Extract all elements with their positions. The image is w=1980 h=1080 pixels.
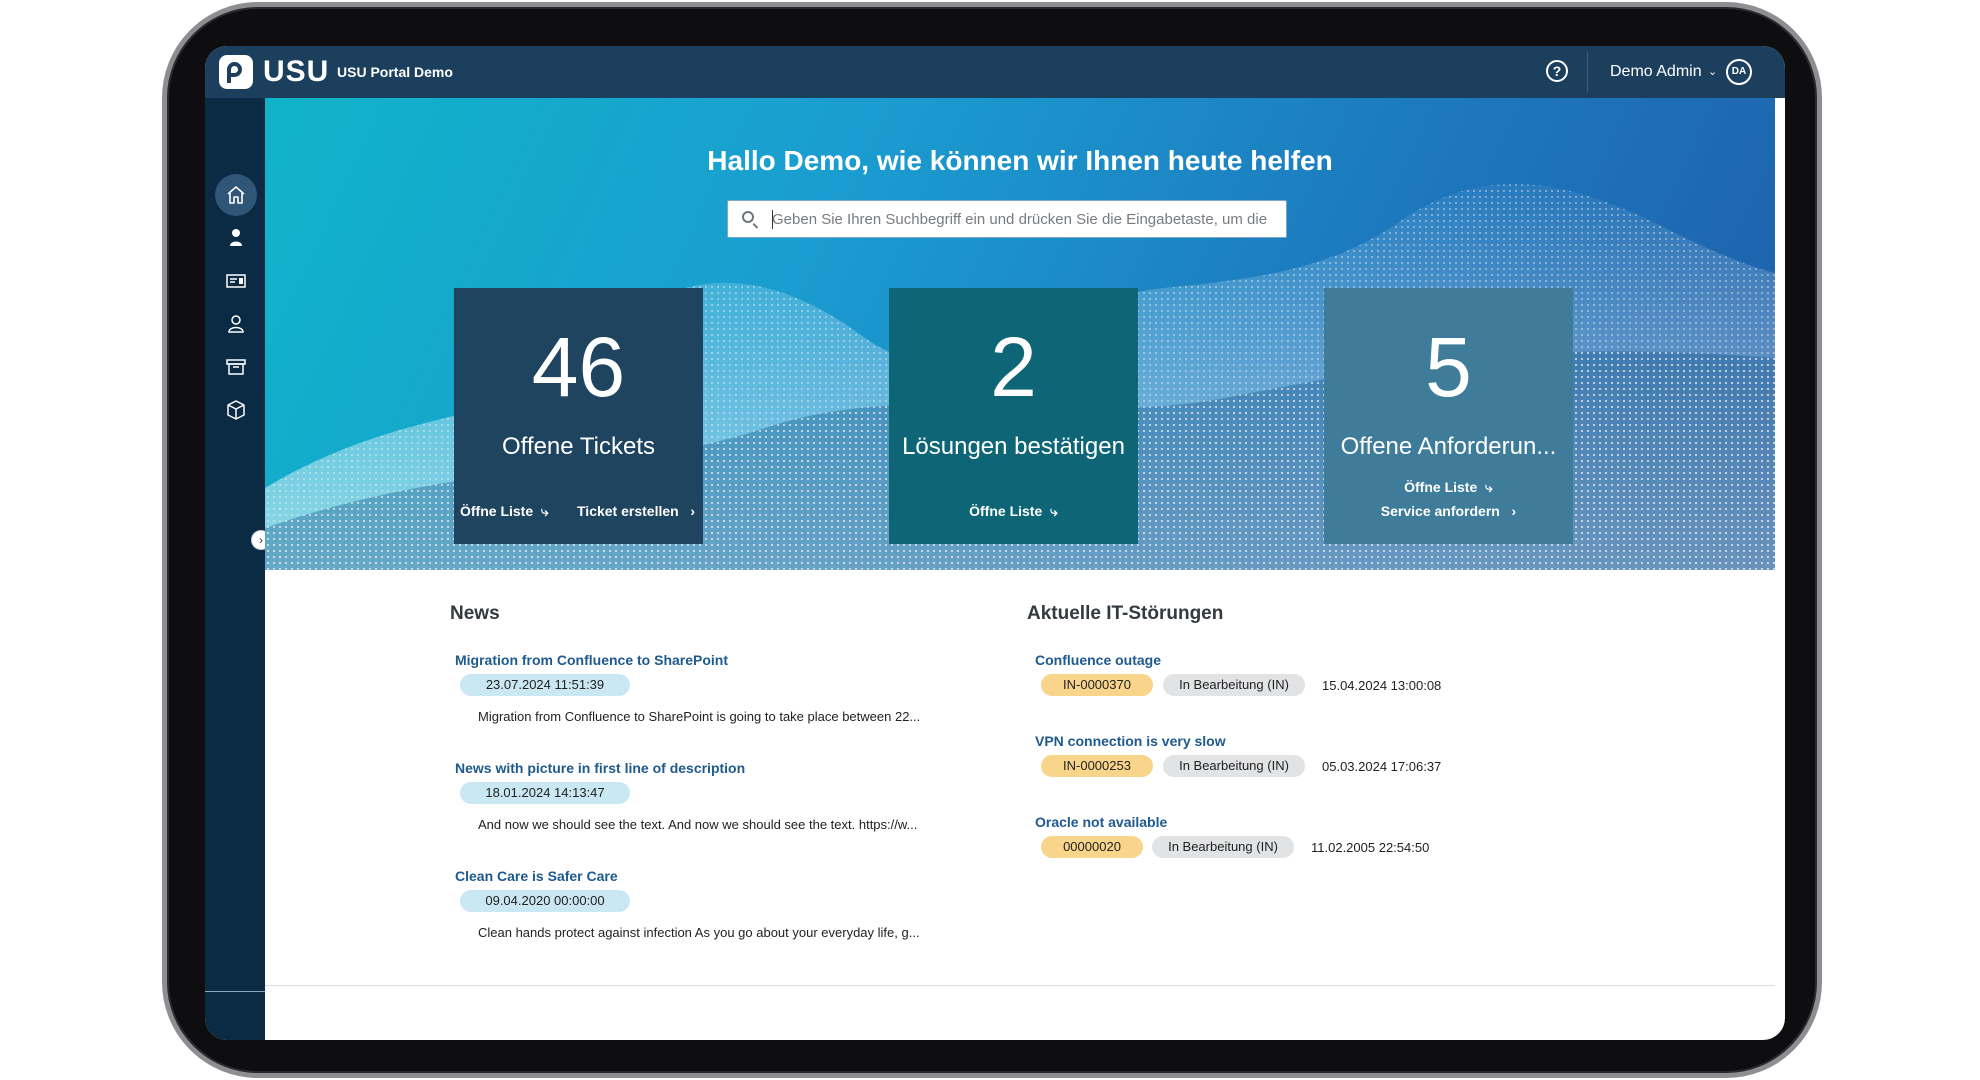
incident-id-badge: 00000020 bbox=[1041, 836, 1143, 858]
open-list-link[interactable]: Öffne Liste ⤷ bbox=[1324, 478, 1573, 496]
incident-title[interactable]: Oracle not available bbox=[1035, 813, 1167, 831]
share-arrow-icon: ⤷ bbox=[1046, 503, 1058, 519]
news-heading: News bbox=[450, 603, 500, 624]
request-service-link[interactable]: Service anfordern › bbox=[1324, 502, 1573, 520]
package-cube-icon bbox=[227, 400, 245, 420]
logo-text[interactable]: USU bbox=[263, 54, 329, 90]
open-list-link[interactable]: Öffne Liste ⤷ bbox=[460, 502, 549, 520]
content-footer-divider bbox=[265, 985, 1775, 986]
help-icon[interactable]: ? bbox=[1546, 60, 1568, 82]
news-item-title[interactable]: News with picture in first line of descr… bbox=[455, 759, 745, 777]
share-arrow-icon: ⤷ bbox=[537, 503, 549, 519]
confirm-solutions-count: 2 bbox=[990, 320, 1037, 414]
chevron-down-icon[interactable]: ⌄ bbox=[1708, 62, 1717, 82]
tile-confirm-solutions[interactable]: 2 Lösungen bestätigen Öffne Liste ⤷ bbox=[889, 288, 1138, 544]
incident-timestamp: 11.02.2005 22:54:50 bbox=[1311, 840, 1430, 855]
chevron-right-icon: › bbox=[682, 503, 696, 519]
incident-title[interactable]: VPN connection is very slow bbox=[1035, 732, 1226, 750]
confirm-solutions-label: Lösungen bestätigen bbox=[902, 433, 1125, 460]
hero-banner: Hallo Demo, wie können wir Ihnen heute h… bbox=[265, 98, 1775, 570]
portal-screen: USU USU Portal Demo ? Demo Admin ⌄ DA › … bbox=[205, 46, 1785, 1040]
news-item-excerpt: And now we should see the text. And now … bbox=[478, 817, 918, 832]
news-item-excerpt: Clean hands protect against infection As… bbox=[478, 925, 920, 940]
incident-title[interactable]: Confluence outage bbox=[1035, 651, 1161, 669]
hero-greeting: Hallo Demo, wie können wir Ihnen heute h… bbox=[707, 145, 1333, 176]
user-menu-button[interactable]: Demo Admin bbox=[1610, 62, 1702, 82]
news-date-badge: 18.01.2024 14:13:47 bbox=[460, 782, 630, 804]
status-badge: In Bearbeitung (IN) bbox=[1152, 836, 1294, 858]
create-ticket-link[interactable]: Ticket erstellen › bbox=[577, 502, 695, 520]
tile-open-requests[interactable]: 5 Offene Anforderun... Öffne Liste ⤷ Ser… bbox=[1324, 288, 1573, 544]
person-filled-icon bbox=[230, 229, 242, 246]
sidebar-item-tickets[interactable] bbox=[215, 260, 257, 302]
news-date-badge: 23.07.2024 11:51:39 bbox=[460, 674, 630, 696]
news-item-title[interactable]: Migration from Confluence to SharePoint bbox=[455, 651, 728, 669]
open-requests-label: Offene Anforderun... bbox=[1340, 433, 1557, 460]
news-item-excerpt: Migration from Confluence to SharePoint … bbox=[478, 709, 921, 724]
search-box[interactable] bbox=[727, 200, 1287, 238]
portal-title: USU Portal Demo bbox=[337, 64, 453, 80]
avatar[interactable]: DA bbox=[1726, 59, 1752, 85]
archive-box-icon bbox=[226, 359, 246, 375]
text-caret bbox=[772, 210, 773, 229]
sidebar-item-assets[interactable] bbox=[215, 389, 257, 431]
sidebar-footer-divider bbox=[205, 991, 265, 992]
open-tickets-count: 46 bbox=[531, 320, 626, 414]
open-tickets-label: Offene Tickets bbox=[502, 433, 655, 460]
sidebar-item-profile[interactable] bbox=[215, 217, 257, 259]
incident-timestamp: 05.03.2024 17:06:37 bbox=[1322, 759, 1442, 774]
topbar-divider bbox=[1587, 52, 1588, 92]
search-input[interactable] bbox=[772, 207, 1272, 231]
incidents-heading: Aktuelle IT-Störungen bbox=[1027, 603, 1224, 624]
chevron-right-icon: › bbox=[1503, 503, 1517, 519]
sidebar bbox=[205, 98, 265, 1040]
sidebar-item-archive[interactable] bbox=[215, 346, 257, 388]
ticket-card-icon bbox=[226, 274, 246, 288]
top-bar: USU USU Portal Demo ? Demo Admin ⌄ DA bbox=[205, 46, 1785, 98]
sidebar-item-contacts[interactable] bbox=[215, 303, 257, 345]
person-outline-icon bbox=[228, 315, 244, 333]
open-list-link[interactable]: Öffne Liste ⤷ bbox=[889, 502, 1138, 520]
status-badge: In Bearbeitung (IN) bbox=[1163, 674, 1305, 696]
share-arrow-icon: ⤷ bbox=[1481, 479, 1493, 495]
incident-timestamp: 15.04.2024 13:00:08 bbox=[1322, 678, 1442, 693]
incident-id-badge: IN-0000253 bbox=[1041, 755, 1153, 777]
incident-id-badge: IN-0000370 bbox=[1041, 674, 1153, 696]
status-badge: In Bearbeitung (IN) bbox=[1163, 755, 1305, 777]
tile-open-tickets[interactable]: 46 Offene Tickets Öffne Liste ⤷ Ticket e… bbox=[454, 288, 703, 544]
usu-logo-icon[interactable] bbox=[219, 55, 253, 89]
search-icon bbox=[742, 211, 754, 223]
sidebar-item-home[interactable] bbox=[215, 174, 257, 216]
news-date-badge: 09.04.2020 00:00:00 bbox=[460, 890, 630, 912]
home-icon bbox=[227, 186, 245, 204]
open-requests-count: 5 bbox=[1425, 320, 1472, 414]
news-item-title[interactable]: Clean Care is Safer Care bbox=[455, 867, 618, 885]
